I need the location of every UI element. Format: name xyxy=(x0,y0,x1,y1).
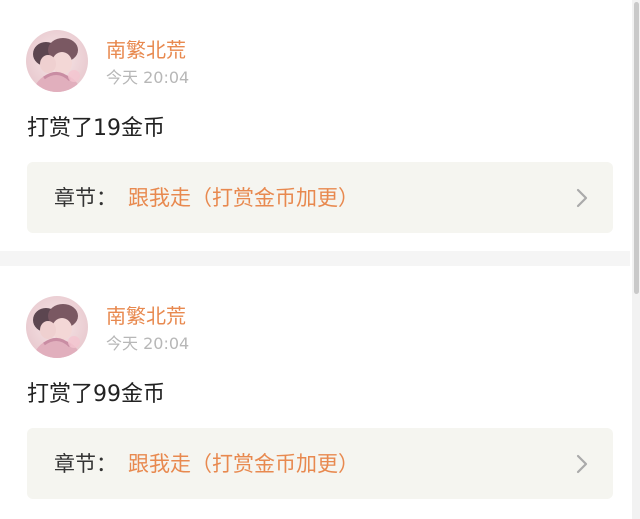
reward-message: 打赏了99金币 xyxy=(27,382,165,407)
chapter-link[interactable]: 章节： 跟我走（打赏金币加更） xyxy=(27,428,613,499)
timestamp: 今天 20:04 xyxy=(106,68,190,87)
avatar[interactable] xyxy=(26,30,88,92)
avatar-image xyxy=(26,296,88,358)
chevron-right-icon xyxy=(576,454,588,474)
chapter-label: 章节： xyxy=(54,186,117,210)
chapter-link[interactable]: 章节： 跟我走（打赏金币加更） xyxy=(27,162,613,233)
reward-card: 南繁北荒 今天 20:04 打赏了99金币 章节： 跟我走（打赏金币加更） xyxy=(0,266,630,519)
chevron-right-icon xyxy=(576,188,588,208)
avatar-image xyxy=(26,30,88,92)
username[interactable]: 南繁北荒 xyxy=(106,304,186,328)
scrollbar-track[interactable] xyxy=(632,0,640,519)
avatar[interactable] xyxy=(26,296,88,358)
reward-message: 打赏了19金币 xyxy=(27,116,165,141)
reward-feed: 南繁北荒 今天 20:04 打赏了19金币 章节： 跟我走（打赏金币加更） 南繁… xyxy=(0,0,640,519)
chapter-title: 跟我走（打赏金币加更） xyxy=(128,186,359,210)
timestamp: 今天 20:04 xyxy=(106,334,190,353)
chapter-label: 章节： xyxy=(54,452,117,476)
username[interactable]: 南繁北荒 xyxy=(106,38,186,62)
scrollbar-thumb[interactable] xyxy=(634,2,639,294)
chapter-title: 跟我走（打赏金币加更） xyxy=(128,452,359,476)
reward-card: 南繁北荒 今天 20:04 打赏了19金币 章节： 跟我走（打赏金币加更） xyxy=(0,0,630,251)
section-divider xyxy=(0,251,630,266)
